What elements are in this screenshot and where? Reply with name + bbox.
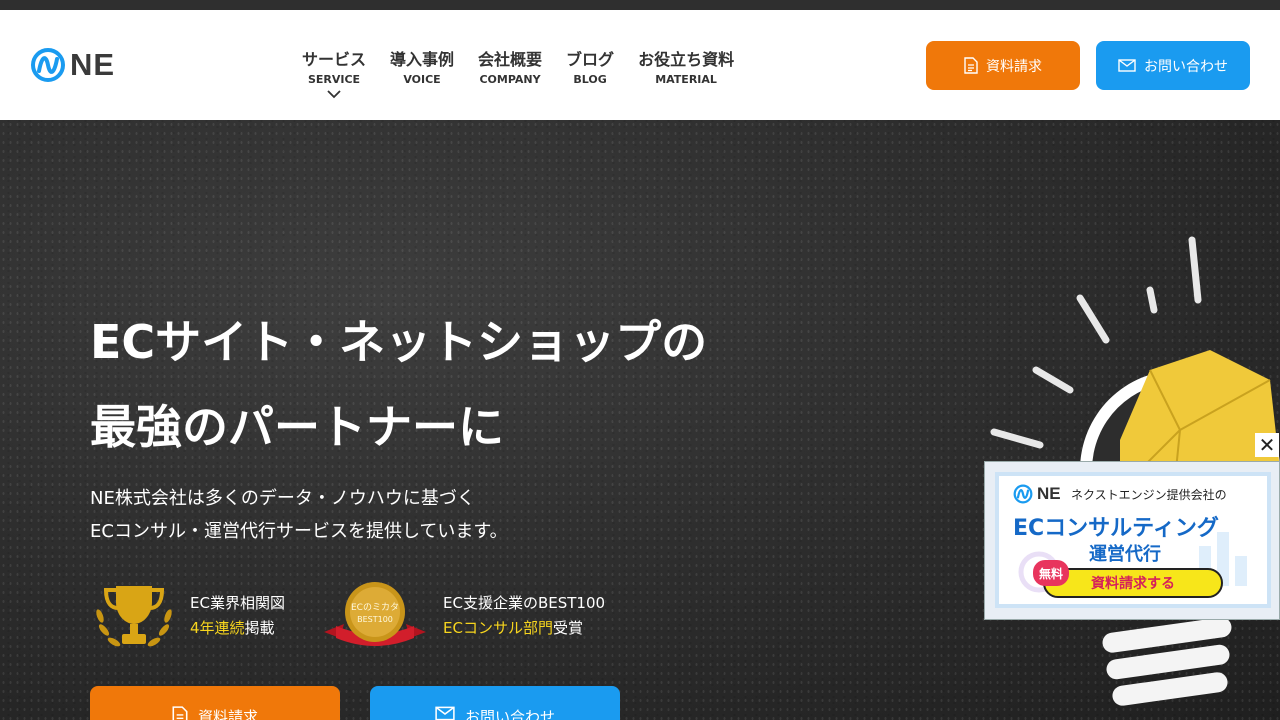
logo-mark-icon [31, 48, 65, 82]
popup-logo: NE [1013, 484, 1061, 504]
promo-banner[interactable]: NE ネクストエンジン提供会社の ECコンサルティング 運営代行 資料請求する … [995, 472, 1271, 608]
chevron-down-icon [327, 90, 341, 99]
document-icon [964, 57, 978, 74]
header-request-button[interactable]: 資料請求 [926, 41, 1080, 90]
award-highlight: 4年連続 [190, 619, 245, 637]
hero-request-label: 資料請求 [197, 708, 258, 720]
award-best100-text: EC支援企業のBEST100 ECコンサル部門受賞 [443, 591, 605, 641]
award-line-1: EC支援企業のBEST100 [443, 594, 606, 612]
hero-section: ECサイト・ネットショップの 最強のパートナーに NE株式会社は多くのデータ・ノ… [0, 120, 1280, 720]
nav-item-material[interactable]: お役立ち資料 MATERIAL [626, 46, 746, 99]
nav-label-en: COMPANY [479, 73, 541, 86]
award-highlight: ECコンサル部門 [443, 619, 553, 637]
nav-label-ja: サービス [302, 50, 367, 69]
document-icon [172, 706, 188, 720]
promo-popup[interactable]: NE ネクストエンジン提供会社の ECコンサルティング 運営代行 資料請求する … [984, 461, 1280, 620]
nav-item-company[interactable]: 会社概要 COMPANY [466, 46, 554, 99]
nav-label-ja: お役立ち資料 [638, 50, 735, 69]
logo-mark-icon [1013, 484, 1033, 504]
medal-icon: ECのミカタ BEST100 [324, 582, 426, 646]
logo-text: NE [70, 47, 116, 82]
nav-label-ja: 導入事例 [390, 50, 455, 69]
hero-contact-button[interactable]: お問い合わせ [370, 686, 620, 720]
top-strip [0, 0, 1280, 10]
nav-item-voice[interactable]: 導入事例 VOICE [378, 46, 466, 99]
hero-request-button[interactable]: 資料請求 [90, 686, 340, 720]
award-best100: ECのミカタ BEST100 EC支援企業のBEST100 ECコンサル部門受賞 [322, 580, 605, 652]
subtext-line-2: ECコンサル・運営代行サービスを提供しています。 [90, 521, 508, 542]
award-line-1: EC業界相関図 [190, 594, 285, 612]
popup-subtitle: 運営代行 [1089, 544, 1161, 565]
award-line-2: ECコンサル部門受賞 [443, 616, 605, 641]
headline-line-2: 最強のパートナーに [90, 400, 504, 454]
nav-label-ja: ブログ [566, 50, 615, 69]
nav-item-blog[interactable]: ブログ BLOG [554, 46, 626, 99]
medal-line-1: ECのミカタ [351, 602, 399, 613]
site-logo[interactable]: NE [30, 47, 115, 83]
trophy-icon [96, 586, 172, 647]
medal-line-2: BEST100 [357, 615, 393, 624]
popup-logo-text: NE [1037, 484, 1061, 503]
nav-item-service[interactable]: サービス SERVICE [290, 46, 378, 99]
header-request-label: 資料請求 [986, 58, 1042, 75]
popup-provider: ネクストエンジン提供会社の [1071, 488, 1227, 502]
hero-contact-label: お問い合わせ [464, 708, 555, 720]
award-ec-map: EC業界相関図 4年連続掲載 [94, 580, 285, 652]
mail-icon [435, 706, 455, 720]
nav-label-en: MATERIAL [655, 73, 717, 86]
award-ec-map-text: EC業界相関図 4年連続掲載 [190, 591, 285, 641]
popup-title: ECコンサルティング [1013, 516, 1219, 541]
award-rest: 受賞 [552, 619, 583, 637]
popup-close-button[interactable]: ✕ [1255, 433, 1279, 457]
headline-line-1: ECサイト・ネットショップの [90, 315, 708, 369]
nav-label-en: VOICE [403, 73, 441, 86]
popup-free-badge: 無料 [1033, 560, 1069, 586]
award-rest: 掲載 [244, 619, 275, 637]
nav-label-en: BLOG [573, 73, 607, 86]
hero-headline: ECサイト・ネットショップの 最強のパートナーに [90, 300, 707, 470]
site-header: NE サービス SERVICE 導入事例 VOICE 会社概要 COMPANY … [0, 10, 1280, 120]
header-contact-button[interactable]: お問い合わせ [1096, 41, 1250, 90]
subtext-line-1: NE株式会社は多くのデータ・ノウハウに基づく [90, 488, 475, 509]
nav-label-en: SERVICE [307, 73, 361, 86]
nav-label-ja: 会社概要 [478, 50, 543, 69]
popup-cta-button[interactable]: 資料請求する [1043, 568, 1223, 598]
hero-subtext: NE株式会社は多くのデータ・ノウハウに基づく ECコンサル・運営代行サービスを提… [90, 482, 508, 548]
award-line-2: 4年連続掲載 [190, 616, 285, 641]
mail-icon [1118, 59, 1136, 72]
main-nav: サービス SERVICE 導入事例 VOICE 会社概要 COMPANY ブログ… [290, 46, 746, 99]
header-contact-label: お問い合わせ [1144, 58, 1228, 75]
